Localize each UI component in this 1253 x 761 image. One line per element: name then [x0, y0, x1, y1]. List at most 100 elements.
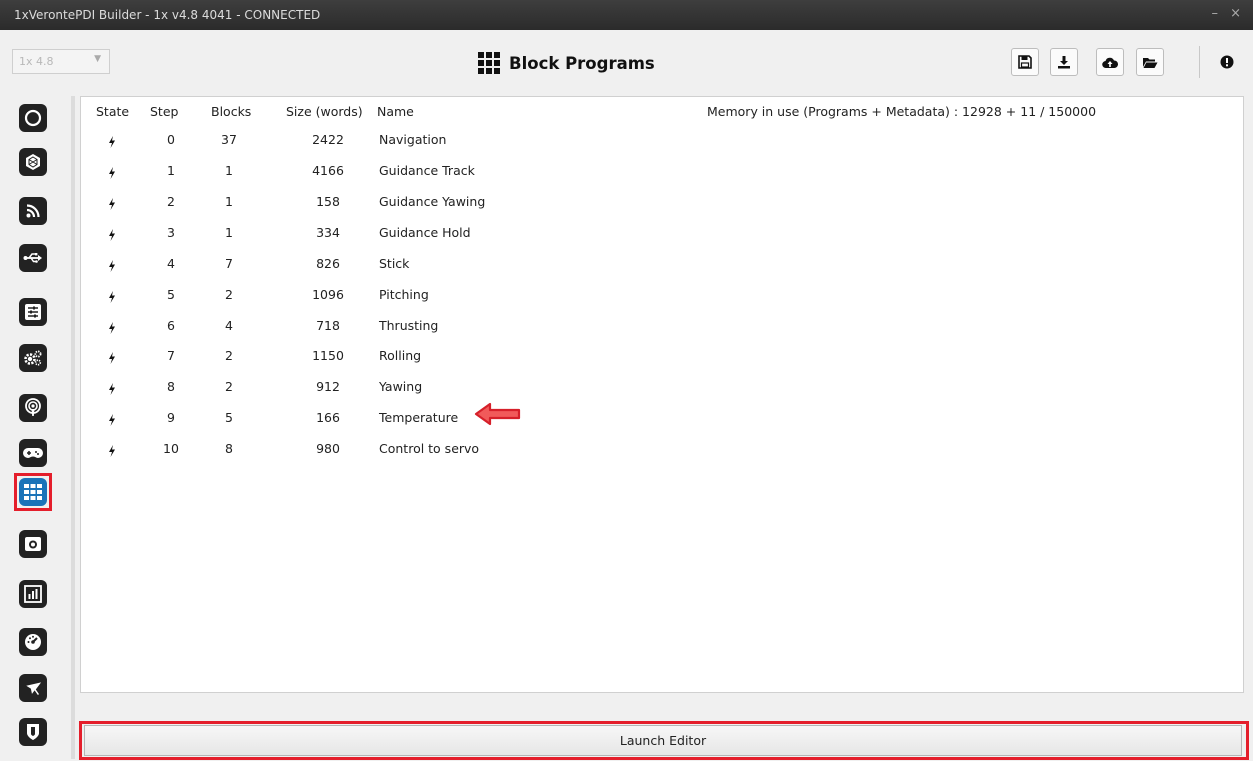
download-icon [1058, 56, 1070, 69]
bolt-icon [109, 167, 115, 179]
info-icon [1220, 55, 1234, 69]
toolbar-separator [1199, 46, 1200, 78]
sidebar-item-usb[interactable] [19, 244, 47, 272]
column-header-step: Step [150, 104, 179, 119]
cloud-upload-icon [1102, 57, 1118, 68]
row-step: 8 [167, 379, 175, 394]
rss-feed-icon [26, 204, 40, 218]
row-blocks: 2 [225, 348, 233, 363]
open-folder-button[interactable] [1136, 48, 1164, 76]
table-row[interactable]: 9 5 166 Temperature [81, 410, 1243, 441]
column-header-state: State [96, 104, 130, 119]
sidebar-item-gamepad[interactable] [19, 439, 47, 467]
row-size: 912 [316, 379, 340, 394]
camera-icon [25, 537, 41, 551]
memory-usage-label: Memory in use (Programs + Metadata) : 12… [707, 104, 1097, 119]
row-name: Thrusting [379, 318, 439, 333]
hexagon-icon [26, 154, 40, 170]
row-blocks: 8 [225, 441, 233, 456]
sidebar-item-broadcast[interactable] [19, 394, 47, 422]
block-grid-icon [478, 52, 500, 74]
row-blocks: 7 [225, 256, 233, 271]
sidebar-item-flight[interactable] [19, 674, 47, 702]
table-row[interactable]: 5 2 1096 Pitching [81, 287, 1243, 318]
save-button[interactable] [1011, 48, 1039, 76]
row-blocks: 2 [225, 287, 233, 302]
bolt-icon [109, 198, 115, 210]
column-header-size: Size (words) [286, 104, 363, 119]
sidebar-item-statistics[interactable] [19, 580, 47, 608]
table-row[interactable]: 7 2 1150 Rolling [81, 348, 1243, 379]
cloud-upload-button[interactable] [1096, 48, 1124, 76]
bolt-icon [109, 414, 115, 426]
sidebar-item-settings[interactable] [19, 298, 47, 326]
row-step: 6 [167, 318, 175, 333]
sidebar-active-highlight [14, 473, 52, 511]
row-blocks: 1 [225, 225, 233, 240]
row-name: Control to servo [379, 441, 480, 456]
info-button[interactable] [1213, 48, 1241, 76]
row-name: Pitching [379, 287, 429, 302]
table-row[interactable]: 1 1 4166 Guidance Track [81, 163, 1243, 194]
folder-open-icon [1143, 57, 1158, 68]
window-titlebar: 1xVerontePDI Builder - 1x v4.8 4041 - CO… [0, 0, 1253, 30]
save-icon [1018, 55, 1032, 69]
gamepad-icon [23, 448, 43, 458]
sidebar-item-camera[interactable] [19, 530, 47, 558]
window-controls[interactable]: – × [1211, 6, 1245, 21]
row-name: Guidance Hold [379, 225, 471, 240]
table-row[interactable]: 4 7 826 Stick [81, 256, 1243, 287]
row-blocks: 1 [225, 194, 233, 209]
sidebar-item-security[interactable] [19, 718, 47, 746]
row-step: 1 [167, 163, 175, 178]
table-row[interactable]: 10 8 980 Control to servo [81, 441, 1243, 472]
podcast-icon [25, 398, 41, 416]
column-header-name: Name [377, 104, 414, 119]
table-row[interactable]: 6 4 718 Thrusting [81, 318, 1243, 349]
row-name: Stick [379, 256, 410, 271]
row-size: 158 [316, 194, 340, 209]
plane-icon [26, 682, 42, 695]
row-size: 2422 [312, 132, 344, 147]
row-name: Guidance Track [379, 163, 475, 178]
row-blocks: 5 [225, 410, 233, 425]
bolt-icon [109, 322, 115, 334]
sidebar-item-configuration[interactable] [19, 344, 47, 372]
usb-icon [23, 253, 42, 263]
row-step: 10 [163, 441, 179, 456]
row-size: 4166 [312, 163, 344, 178]
sidebar-item-telemetry[interactable] [19, 628, 47, 656]
table-row[interactable]: 3 1 334 Guidance Hold [81, 225, 1243, 256]
bolt-icon [109, 260, 115, 272]
version-select[interactable]: 1x 4.8 ▼ [12, 49, 110, 74]
connection-ring-icon [24, 109, 42, 127]
launch-editor-highlight [79, 721, 1249, 760]
row-name: Guidance Yawing [379, 194, 486, 209]
row-size: 166 [316, 410, 340, 425]
table-row[interactable]: 8 2 912 Yawing [81, 379, 1243, 410]
row-size: 718 [316, 318, 340, 333]
table-row[interactable]: 2 1 158 Guidance Yawing [81, 194, 1243, 225]
sidebar-item-hexagon[interactable] [19, 148, 47, 176]
page-title: Block Programs [478, 48, 655, 78]
row-step: 0 [167, 132, 175, 147]
download-button[interactable] [1050, 48, 1078, 76]
row-step: 4 [167, 256, 175, 271]
table-row[interactable]: 0 37 2422 Navigation [81, 132, 1243, 163]
row-blocks: 4 [225, 318, 233, 333]
row-size: 980 [316, 441, 340, 456]
sidebar-item-feed[interactable] [19, 197, 47, 225]
row-name: Navigation [379, 132, 447, 147]
cogs-icon [24, 350, 42, 366]
gauge-icon [25, 634, 41, 650]
bolt-icon [109, 136, 115, 148]
sidebar-item-connection[interactable] [19, 104, 47, 132]
column-header-blocks: Blocks [211, 104, 252, 119]
bolt-icon [109, 229, 115, 241]
bolt-icon [109, 291, 115, 303]
row-blocks: 37 [221, 132, 237, 147]
sidebar-divider [71, 96, 75, 759]
block-programs-table: State Step Blocks Size (words) Name Memo… [80, 96, 1244, 693]
page-title-text: Block Programs [509, 53, 655, 73]
row-step: 9 [167, 410, 175, 425]
